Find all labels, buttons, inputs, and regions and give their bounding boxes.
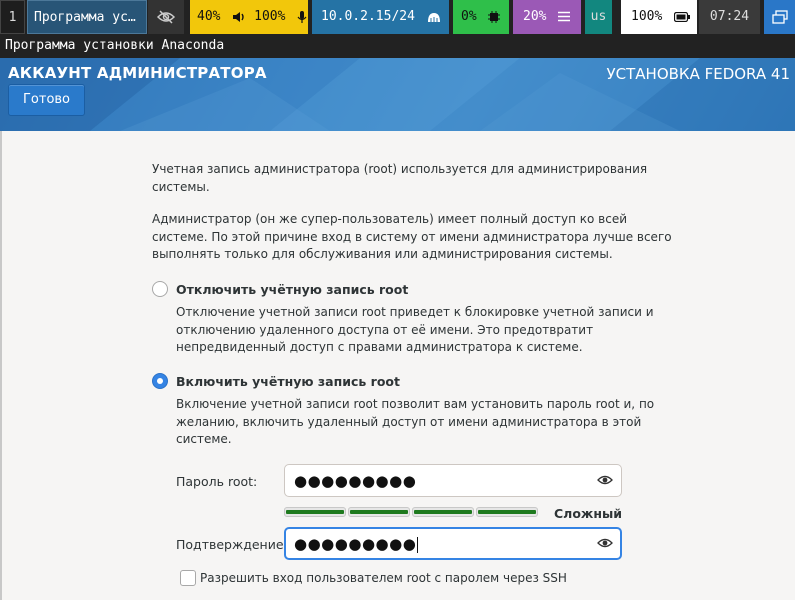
show-confirm-eye-icon[interactable] <box>597 536 613 550</box>
strength-segment-fill <box>350 510 408 514</box>
menu-lines-icon <box>558 11 571 22</box>
battery-icon <box>674 11 691 22</box>
enable-root-radio[interactable] <box>152 373 168 389</box>
cpu-chip-icon <box>488 10 501 23</box>
disable-root-radio[interactable] <box>152 281 168 297</box>
enable-root-label[interactable]: Включить учётную запись root <box>176 374 400 389</box>
description-line: отключению удаленного доступа от её имен… <box>176 322 594 337</box>
description-line: непредвиденный доступ с правами админист… <box>176 340 583 354</box>
spoke-header: АККАУНТ АДМИНИСТРАТОРА УСТАНОВКА FEDORA … <box>0 58 795 131</box>
description-line: Включение учетной записи root позволит в… <box>176 397 655 411</box>
product-title: УСТАНОВКА FEDORA 41 <box>606 65 791 83</box>
strength-segment <box>476 507 538 517</box>
windows-button[interactable] <box>764 0 795 34</box>
strength-segment <box>412 507 474 517</box>
password-label: Пароль root: <box>176 474 258 489</box>
focused-window-title[interactable]: Программа ус… <box>27 0 147 34</box>
description-line: Отключение учетной записи root приведет … <box>176 305 654 319</box>
clock-block[interactable]: 07:24 <box>699 0 760 34</box>
confirm-password-dots: ●●●●●●●●● <box>294 535 417 553</box>
windows-icon <box>771 9 788 24</box>
root-account-form: Учетная запись администратора (root) исп… <box>0 131 795 600</box>
ip-address: 10.0.2.15/24 <box>321 9 415 24</box>
show-password-eye-icon[interactable] <box>597 473 613 487</box>
confirm-password-value: ●●●●●●●●● <box>294 535 419 553</box>
volume-icon <box>233 11 245 22</box>
confirm-password-field[interactable]: ●●●●●●●●● <box>284 527 622 560</box>
spoke-title: АККАУНТ АДМИНИСТРАТОРА <box>8 64 267 82</box>
window-title-bar[interactable]: Программа установки Anaconda <box>0 34 795 58</box>
description-text: Администратор (он же супер-пользователь)… <box>152 211 672 264</box>
intro-text: Учетная запись администратора (root) исп… <box>152 161 647 196</box>
confirm-label: Подтверждение: <box>176 537 288 552</box>
strength-segment-fill <box>414 510 472 514</box>
done-button[interactable]: Готово <box>8 84 85 116</box>
microphone-icon <box>297 10 307 23</box>
clock: 07:24 <box>709 9 750 24</box>
network-block[interactable]: 10.0.2.15/24 <box>312 0 449 34</box>
description-line: системе. По этой причине вход в систему … <box>152 229 672 244</box>
description-line: Администратор (он же супер-пользователь)… <box>152 212 628 226</box>
visibility-block[interactable] <box>148 0 184 34</box>
password-strength-meter <box>284 507 540 517</box>
cpu-block[interactable]: 0% <box>453 0 509 34</box>
audio-block[interactable]: 40% 100% <box>190 0 308 34</box>
keyboard-layout: us <box>590 9 607 24</box>
intro-line: Учетная запись администратора (root) исп… <box>152 162 648 176</box>
memory-value: 20% <box>523 9 547 24</box>
strength-segment <box>348 507 410 517</box>
description-line: желанию, включить удаленный доступ от им… <box>176 414 642 429</box>
battery-block[interactable]: 100% <box>621 0 697 34</box>
volume-value: 40% <box>197 9 221 24</box>
battery-value: 100% <box>631 9 663 24</box>
disable-root-label[interactable]: Отключить учётную запись root <box>176 282 408 297</box>
eye-slash-icon <box>156 9 176 24</box>
strength-segment-fill <box>286 510 344 514</box>
cpu-value: 0% <box>461 9 477 24</box>
status-bar: 1 Программа ус… 40% 100% 10.0.2.15/24 0%… <box>0 0 795 34</box>
network-icon <box>427 12 440 22</box>
password-field[interactable]: ●●●●●●●●● <box>284 464 622 497</box>
allow-ssh-root-checkbox[interactable] <box>180 570 196 586</box>
enable-root-description: Включение учетной записи root позволит в… <box>176 396 654 449</box>
disable-root-description: Отключение учетной записи root приведет … <box>176 304 654 357</box>
strength-segment <box>284 507 346 517</box>
description-line: системе. <box>176 432 232 446</box>
workspace-number: 1 <box>8 10 17 25</box>
strength-segment-fill <box>478 510 536 514</box>
window-title: Программа установки Anaconda <box>5 38 225 53</box>
password-value: ●●●●●●●●● <box>294 472 417 490</box>
focused-window-title-text: Программа ус… <box>34 10 136 25</box>
workspace-button[interactable]: 1 <box>0 0 25 34</box>
memory-block[interactable]: 20% <box>513 0 581 34</box>
intro-line: системы. <box>152 179 210 194</box>
password-strength-label: Сложный <box>554 506 623 521</box>
allow-ssh-root-label[interactable]: Разрешить вход пользователем root с паро… <box>200 571 567 585</box>
text-caret <box>417 536 419 553</box>
keyboard-layout-block[interactable]: us <box>585 0 612 34</box>
description-line: выполнять только для обслуживания или ад… <box>152 247 613 261</box>
mic-value: 100% <box>254 9 286 24</box>
